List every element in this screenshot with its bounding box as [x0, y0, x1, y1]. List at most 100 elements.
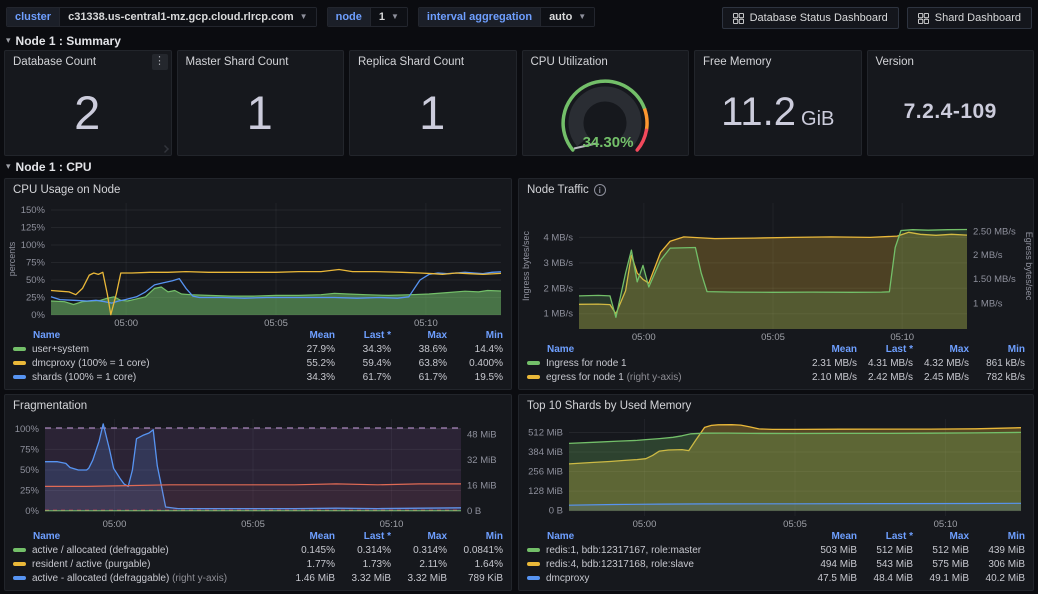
- legend-cpu-usage: NameMeanLast *MaxMinuser+system27.9%34.3…: [5, 328, 511, 386]
- legend-stat-value: 63.8%: [391, 358, 447, 369]
- legend-header-col[interactable]: Last *: [335, 531, 391, 542]
- legend-series-toggle[interactable]: user+system: [13, 344, 279, 355]
- legend-series-toggle[interactable]: dmcproxy (100% = 1 core): [13, 358, 279, 369]
- legend-series-toggle[interactable]: shards (100% = 1 core): [13, 372, 279, 383]
- panel-menu-icon[interactable]: ⋮: [152, 54, 168, 70]
- panel-title[interactable]: Database Count: [13, 56, 96, 68]
- fragmentation-chart[interactable]: 0%25%50%75%100%0 B16 MiB32 MiB48 MiB05:0…: [5, 413, 511, 529]
- info-icon[interactable]: i: [594, 184, 606, 196]
- gauge-value: 34.30%: [583, 134, 634, 151]
- legend-stat-value: 61.7%: [335, 372, 391, 383]
- cpu-charts-row-1: CPU Usage on Node0%25%50%75%100%125%150%…: [4, 178, 1034, 390]
- panel-title[interactable]: Master Shard Count: [186, 56, 289, 68]
- stat-value: 11.2GiB: [721, 90, 834, 135]
- legend-header: NameMeanLast *MaxMin: [527, 342, 1025, 356]
- panel-title[interactable]: CPU Usage on Node: [13, 184, 120, 196]
- legend-series-toggle[interactable]: active - allocated (defraggable) (right …: [13, 573, 279, 584]
- series-color-swatch: [13, 562, 26, 566]
- legend-header-col[interactable]: Mean: [279, 531, 335, 542]
- legend-series-toggle[interactable]: redis:1, bdb:12317167, role:master: [527, 545, 801, 556]
- legend-header-name[interactable]: Name: [13, 330, 279, 341]
- chevron-down-icon: ▾: [6, 161, 11, 172]
- legend-stat-value: 512 MiB: [913, 545, 969, 556]
- chart-panel-fragmentation: Fragmentation0%25%50%75%100%0 B16 MiB32 …: [4, 394, 512, 591]
- legend-header-col[interactable]: Max: [391, 330, 447, 341]
- legend-series-name: shards (100% = 1 core): [32, 372, 136, 383]
- svg-text:Ingress bytes/sec: Ingress bytes/sec: [521, 230, 531, 301]
- legend-header-col[interactable]: Min: [447, 330, 503, 341]
- legend-row: dmcproxy47.5 MiB48.4 MiB49.1 MiB40.2 MiB: [527, 571, 1025, 585]
- chart-panel-top-shards: Top 10 Shards by Used Memory0 B128 MiB25…: [518, 394, 1034, 591]
- stat-unit: GiB: [801, 108, 834, 131]
- panel-title[interactable]: Fragmentation: [13, 400, 87, 412]
- legend-header-col[interactable]: Min: [969, 344, 1025, 355]
- legend-stat-value: 0.314%: [335, 545, 391, 556]
- panel-title[interactable]: Replica Shard Count: [358, 56, 464, 68]
- dashboard-link-button[interactable]: Shard Dashboard: [907, 7, 1032, 29]
- legend-series-toggle[interactable]: active / allocated (defraggable): [13, 545, 279, 556]
- svg-text:05:00: 05:00: [633, 519, 657, 529]
- legend-header-col[interactable]: Last *: [857, 344, 913, 355]
- top-shards-chart[interactable]: 0 B128 MiB256 MiB384 MiB512 MiB05:0005:0…: [519, 413, 1033, 529]
- svg-text:2.50 MB/s: 2.50 MB/s: [973, 226, 1016, 237]
- legend-series-toggle[interactable]: resident / active (purgable): [13, 559, 279, 570]
- dashboard-link-label: Shard Dashboard: [935, 12, 1021, 24]
- dashboard-grid-icon: [733, 13, 744, 24]
- svg-text:16 MiB: 16 MiB: [467, 481, 497, 492]
- cpu-usage-chart[interactable]: 0%25%50%75%100%125%150%05:0005:0505:10pe…: [5, 197, 511, 328]
- legend-series-toggle[interactable]: redis:4, bdb:12317168, role:slave: [527, 559, 801, 570]
- legend-header-col[interactable]: Mean: [801, 531, 857, 542]
- legend-series-toggle[interactable]: Ingress for node 1: [527, 358, 801, 369]
- svg-text:percents: percents: [7, 241, 17, 276]
- variable-value-dropdown[interactable]: auto▼: [540, 8, 594, 26]
- legend-series-name: redis:1, bdb:12317167, role:master: [546, 545, 701, 556]
- row-header-summary[interactable]: ▾ Node 1 : Summary: [6, 33, 1038, 48]
- panel-title[interactable]: Top 10 Shards by Used Memory: [527, 400, 691, 412]
- row-title: Node 1 : Summary: [16, 34, 121, 48]
- legend-stat-value: 789 KiB: [447, 573, 503, 584]
- svg-text:256 MiB: 256 MiB: [528, 467, 563, 478]
- legend-header-col[interactable]: Min: [969, 531, 1025, 542]
- chevron-down-icon: ▼: [578, 13, 586, 21]
- legend-stat-value: 2.10 MB/s: [801, 372, 857, 383]
- panel-title[interactable]: Free Memory: [703, 56, 771, 68]
- legend-header-name[interactable]: Name: [13, 531, 279, 542]
- panel-title[interactable]: Node Traffic: [527, 184, 589, 196]
- legend-header-col[interactable]: Last *: [335, 330, 391, 341]
- legend-header-col[interactable]: Max: [913, 531, 969, 542]
- legend-header-col[interactable]: Mean: [279, 330, 335, 341]
- legend-series-name: user+system: [32, 344, 89, 355]
- legend-row: user+system27.9%34.3%38.6%14.4%: [13, 342, 503, 356]
- legend-stat-value: 2.11%: [391, 559, 447, 570]
- svg-text:100%: 100%: [15, 424, 40, 435]
- legend-header-name[interactable]: Name: [527, 531, 801, 542]
- node-traffic-chart[interactable]: 1 MB/s2 MB/s3 MB/s4 MB/s1 MB/s1.50 MB/s2…: [519, 197, 1033, 342]
- legend-header-col[interactable]: Min: [447, 531, 503, 542]
- panel-title[interactable]: CPU Utilization: [531, 56, 608, 68]
- svg-text:25%: 25%: [20, 486, 40, 497]
- legend-header-name[interactable]: Name: [527, 344, 801, 355]
- series-color-swatch: [527, 576, 540, 580]
- svg-text:1 MB/s: 1 MB/s: [973, 298, 1003, 309]
- dashboard-link-button[interactable]: Database Status Dashboard: [722, 7, 899, 29]
- legend-stat-value: 503 MiB: [801, 545, 857, 556]
- legend-row: egress for node 1 (right y-axis)2.10 MB/…: [527, 370, 1025, 384]
- variable-control-cluster: clusterc31338.us-central1-mz.gcp.cloud.r…: [6, 7, 317, 27]
- svg-text:0%: 0%: [31, 310, 45, 321]
- legend-stat-value: 1.64%: [447, 559, 503, 570]
- variable-label: node: [328, 8, 370, 26]
- row-header-cpu[interactable]: ▾ Node 1 : CPU: [6, 159, 1038, 174]
- panel-title[interactable]: Version: [876, 56, 914, 68]
- variable-value-dropdown[interactable]: 1▼: [370, 8, 407, 26]
- variable-control-interval-aggregation: interval aggregationauto▼: [418, 7, 595, 27]
- legend-header-col[interactable]: Max: [913, 344, 969, 355]
- chart-panel-node-traffic: Node Traffic i1 MB/s2 MB/s3 MB/s4 MB/s1 M…: [518, 178, 1034, 390]
- legend-series-toggle[interactable]: dmcproxy: [527, 573, 801, 584]
- legend-header-col[interactable]: Last *: [857, 531, 913, 542]
- legend-series-toggle[interactable]: egress for node 1 (right y-axis): [527, 372, 801, 383]
- variable-label: cluster: [7, 8, 59, 26]
- svg-text:05:00: 05:00: [103, 519, 127, 529]
- variable-value-dropdown[interactable]: c31338.us-central1-mz.gcp.cloud.rlrcp.co…: [59, 8, 316, 26]
- legend-header-col[interactable]: Mean: [801, 344, 857, 355]
- legend-header-col[interactable]: Max: [391, 531, 447, 542]
